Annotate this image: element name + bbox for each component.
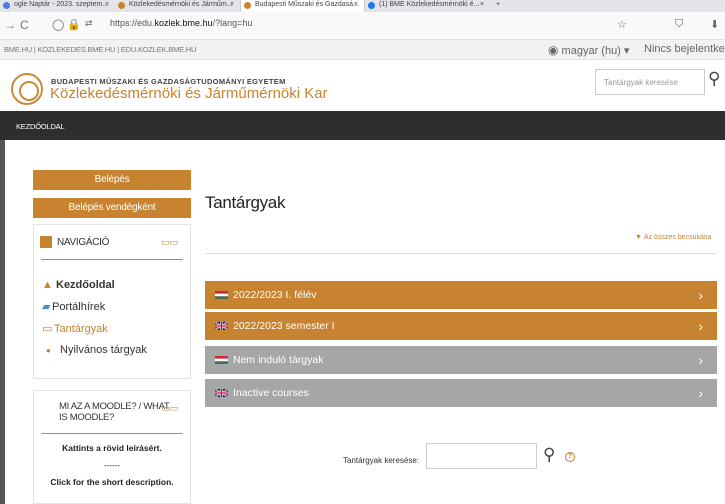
faculty-name[interactable]: Közlekedésmérnöki és Járműmérnöki Kar xyxy=(50,85,328,102)
divider xyxy=(205,253,717,254)
category-2022-2023-i[interactable]: 2022/2023 I. félév › xyxy=(205,281,717,309)
facebook-icon xyxy=(368,2,375,9)
uk-flag-icon xyxy=(215,322,228,330)
chevron-right-icon: › xyxy=(698,287,703,303)
pocket-icon[interactable]: ⛉ xyxy=(675,18,683,31)
category-2022-2023-semester-i[interactable]: 2022/2023 semester I › xyxy=(205,312,717,340)
language-menu[interactable]: ◉ magyar (hu) ▾ xyxy=(548,43,629,57)
collapse-all-link[interactable]: ▼ Az összes becsukása xyxy=(635,232,713,241)
nav-home-link[interactable]: KEZDŐOLDAL xyxy=(16,122,65,131)
browser-tab[interactable]: Közlekedésmérnöki és Járműm... × xyxy=(115,0,240,12)
caret-down-icon: ▼ xyxy=(635,234,642,241)
course-search-input[interactable] xyxy=(426,443,537,469)
search-icon[interactable]: ⚲ xyxy=(543,445,555,465)
login-status: Nincs bejelentkezve xyxy=(644,43,725,55)
guest-login-button[interactable]: Belépés vendégként xyxy=(33,198,191,218)
url-bar: → C ◯ 🔒 ⇄ https://edu.kozlek.bme.hu/?lan… xyxy=(0,12,725,40)
nav-item-courses[interactable]: ▭ Tantárgyak xyxy=(42,322,108,335)
home-icon: ▲ xyxy=(42,279,53,291)
extension-icon[interactable]: ⬇ xyxy=(710,18,719,31)
reload-icon[interactable]: C xyxy=(20,18,29,32)
folder-icon: ▭ xyxy=(42,323,53,335)
moodle-divider-text: ------ xyxy=(104,461,120,470)
category-inactive[interactable]: Inactive courses › xyxy=(205,379,717,407)
navigation-title: NAVIGÁCIÓ xyxy=(57,237,110,248)
chevron-right-icon: › xyxy=(698,385,703,401)
nav-item-home[interactable]: ▲ Kezdőoldal xyxy=(42,279,115,291)
course-search-label: Tantárgyak keresése: xyxy=(343,456,420,465)
permissions-icon[interactable]: ⇄ xyxy=(85,18,93,29)
lock-icon[interactable]: 🔒 xyxy=(67,18,81,31)
new-tab-button[interactable]: + xyxy=(492,0,512,12)
nav-item-news[interactable]: ▰ Portálhírek xyxy=(42,300,105,313)
collapse-icon[interactable]: ▭▭ xyxy=(161,237,178,248)
back-arrow-icon[interactable]: → xyxy=(4,18,16,32)
browser-tab[interactable]: ogle Naptár - 2023. szeptem... × xyxy=(0,0,115,12)
help-icon[interactable]: ? xyxy=(565,452,575,462)
browser-tab-bar: ogle Naptár - 2023. szeptem... × Közleke… xyxy=(0,0,725,12)
close-icon[interactable]: × xyxy=(480,0,484,10)
shield-icon[interactable]: ◯ xyxy=(52,18,64,31)
url-field[interactable]: https://edu.kozlek.bme.hu/?lang=hu xyxy=(110,18,252,28)
close-icon[interactable]: × xyxy=(354,0,358,10)
bookmark-star-icon[interactable]: ☆ xyxy=(617,18,627,31)
main-navbar: KEZDŐOLDAL xyxy=(0,111,725,140)
navigation-block: NAVIGÁCIÓ ▭▭ ▲ Kezdőoldal ▰ Portálhírek ▭ T… xyxy=(33,224,191,379)
news-icon: ▰ xyxy=(42,301,51,313)
uk-flag-icon xyxy=(215,389,228,397)
site-favicon-icon xyxy=(244,2,251,9)
page-title: Tantárgyak xyxy=(205,193,286,212)
site-header: BUDAPESTI MŰSZAKI ÉS GAZDASÁGTUDOMÁNYI E… xyxy=(0,61,725,112)
close-icon[interactable]: × xyxy=(230,0,234,10)
search-icon[interactable]: ⚲ xyxy=(708,69,720,89)
divider xyxy=(41,433,183,434)
navigation-icon xyxy=(40,236,52,248)
browser-tab-active[interactable]: Budapesti Műszaki és Gazdasá... × xyxy=(240,0,365,12)
category-not-started[interactable]: Nem induló tárgyak › xyxy=(205,346,717,374)
hu-flag-icon xyxy=(215,291,228,299)
divider xyxy=(41,259,183,260)
window-edge xyxy=(0,140,5,504)
collapse-icon[interactable]: ▭▭ xyxy=(161,403,178,414)
moodle-link-hu[interactable]: Kattints a rövid leírásért. xyxy=(34,443,190,453)
moodle-info-block: MI AZ A MOODLE? / WHAT IS MOODLE? ▭▭ Kat… xyxy=(33,390,191,504)
site-favicon-icon xyxy=(118,2,125,9)
site-links[interactable]: BME.HU | KOZLEKEDES.BME.HU | EDU.KOZLEK.… xyxy=(4,45,196,54)
globe-icon: ◉ xyxy=(548,43,559,57)
nav-item-public-courses[interactable]: ● Nyilvános tárgyak xyxy=(46,344,147,356)
chevron-right-icon: › xyxy=(698,318,703,334)
calendar-icon xyxy=(3,2,10,9)
browser-tab[interactable]: (1) BME Közlekedésmérnöki é... × xyxy=(365,0,490,12)
header-search-input[interactable]: Tantárgyak keresése xyxy=(595,69,705,95)
university-logo-icon[interactable] xyxy=(11,73,43,105)
login-button[interactable]: Belépés xyxy=(33,170,191,190)
moodle-link-en[interactable]: Click for the short description. xyxy=(34,477,190,487)
close-icon[interactable]: × xyxy=(105,0,109,10)
moodle-block-title: MI AZ A MOODLE? / WHAT IS MOODLE? xyxy=(59,401,170,423)
hu-flag-icon xyxy=(215,356,228,364)
top-link-bar: BME.HU | KOZLEKEDES.BME.HU | EDU.KOZLEK.… xyxy=(0,40,725,60)
chevron-right-icon: › xyxy=(698,352,703,368)
bullet-icon: ● xyxy=(46,346,51,355)
